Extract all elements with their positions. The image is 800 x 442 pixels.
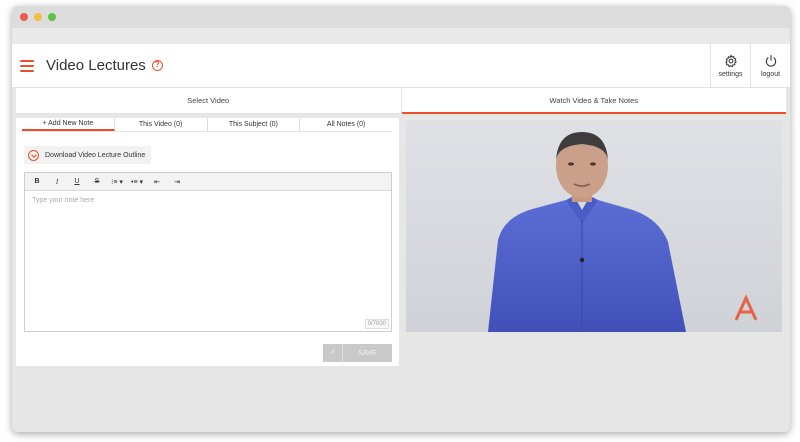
power-icon: [765, 54, 776, 67]
subtab-this-subject[interactable]: This Subject (0): [208, 118, 301, 131]
settings-button[interactable]: settings: [710, 43, 750, 88]
app-header: Video Lectures ? settings logout: [12, 43, 790, 88]
main-area: Select Video Watch Video & Take Notes + …: [16, 88, 786, 366]
character-counter: 0/7000: [364, 319, 389, 329]
bold-button[interactable]: B: [29, 175, 45, 189]
video-player[interactable]: [406, 120, 782, 332]
italic-button[interactable]: I: [49, 175, 65, 189]
gear-icon: [724, 53, 737, 67]
logout-label: logout: [760, 70, 781, 78]
save-button[interactable]: ✓ SAVE: [323, 344, 392, 362]
indent-button[interactable]: ⇥: [169, 175, 185, 189]
help-icon[interactable]: ?: [151, 60, 163, 71]
top-strip: [12, 28, 790, 44]
tab-watch-video[interactable]: Watch Video & Take Notes: [401, 88, 786, 114]
main-tabs: Select Video Watch Video & Take Notes: [16, 88, 786, 114]
page-title: Video Lectures: [46, 57, 146, 74]
subtab-this-video[interactable]: This Video (0): [115, 118, 208, 131]
download-outline-label: Download Video Lecture Outline: [45, 151, 146, 159]
ordered-list-button[interactable]: ⁝≡ ▾: [109, 175, 125, 189]
subtab-all-notes[interactable]: All Notes (0): [300, 118, 392, 131]
menu-icon[interactable]: [20, 59, 34, 72]
note-editor: B I U S ⁝≡ ▾ •≡ ▾ ⇤ ⇥ Type your note her…: [24, 172, 392, 332]
video-frame: [406, 120, 782, 332]
underline-button[interactable]: U: [69, 175, 85, 189]
maximize-window-button[interactable]: [48, 13, 56, 21]
save-label: SAVE: [358, 349, 377, 357]
window-titlebar: [12, 6, 790, 28]
download-icon: [28, 149, 39, 161]
subtab-add-new-note[interactable]: + Add New Note: [22, 118, 115, 131]
settings-label: settings: [718, 70, 743, 78]
tab-select-video[interactable]: Select Video: [16, 88, 402, 114]
notes-panel: + Add New Note This Video (0) This Subje…: [16, 118, 399, 366]
note-textarea[interactable]: Type your note here: [25, 191, 391, 210]
outdent-button[interactable]: ⇤: [149, 175, 165, 189]
download-outline-button[interactable]: Download Video Lecture Outline: [24, 146, 152, 164]
strikethrough-button[interactable]: S: [89, 175, 105, 189]
check-icon: ✓: [323, 344, 343, 362]
logout-button[interactable]: logout: [750, 43, 790, 88]
close-window-button[interactable]: [20, 13, 28, 21]
minimize-window-button[interactable]: [34, 13, 42, 21]
notes-subtabs: + Add New Note This Video (0) This Subje…: [22, 118, 392, 132]
editor-toolbar: B I U S ⁝≡ ▾ •≡ ▾ ⇤ ⇥: [25, 173, 391, 191]
browser-window: Video Lectures ? settings logout Select …: [12, 6, 790, 432]
bullet-list-button[interactable]: •≡ ▾: [129, 175, 145, 189]
